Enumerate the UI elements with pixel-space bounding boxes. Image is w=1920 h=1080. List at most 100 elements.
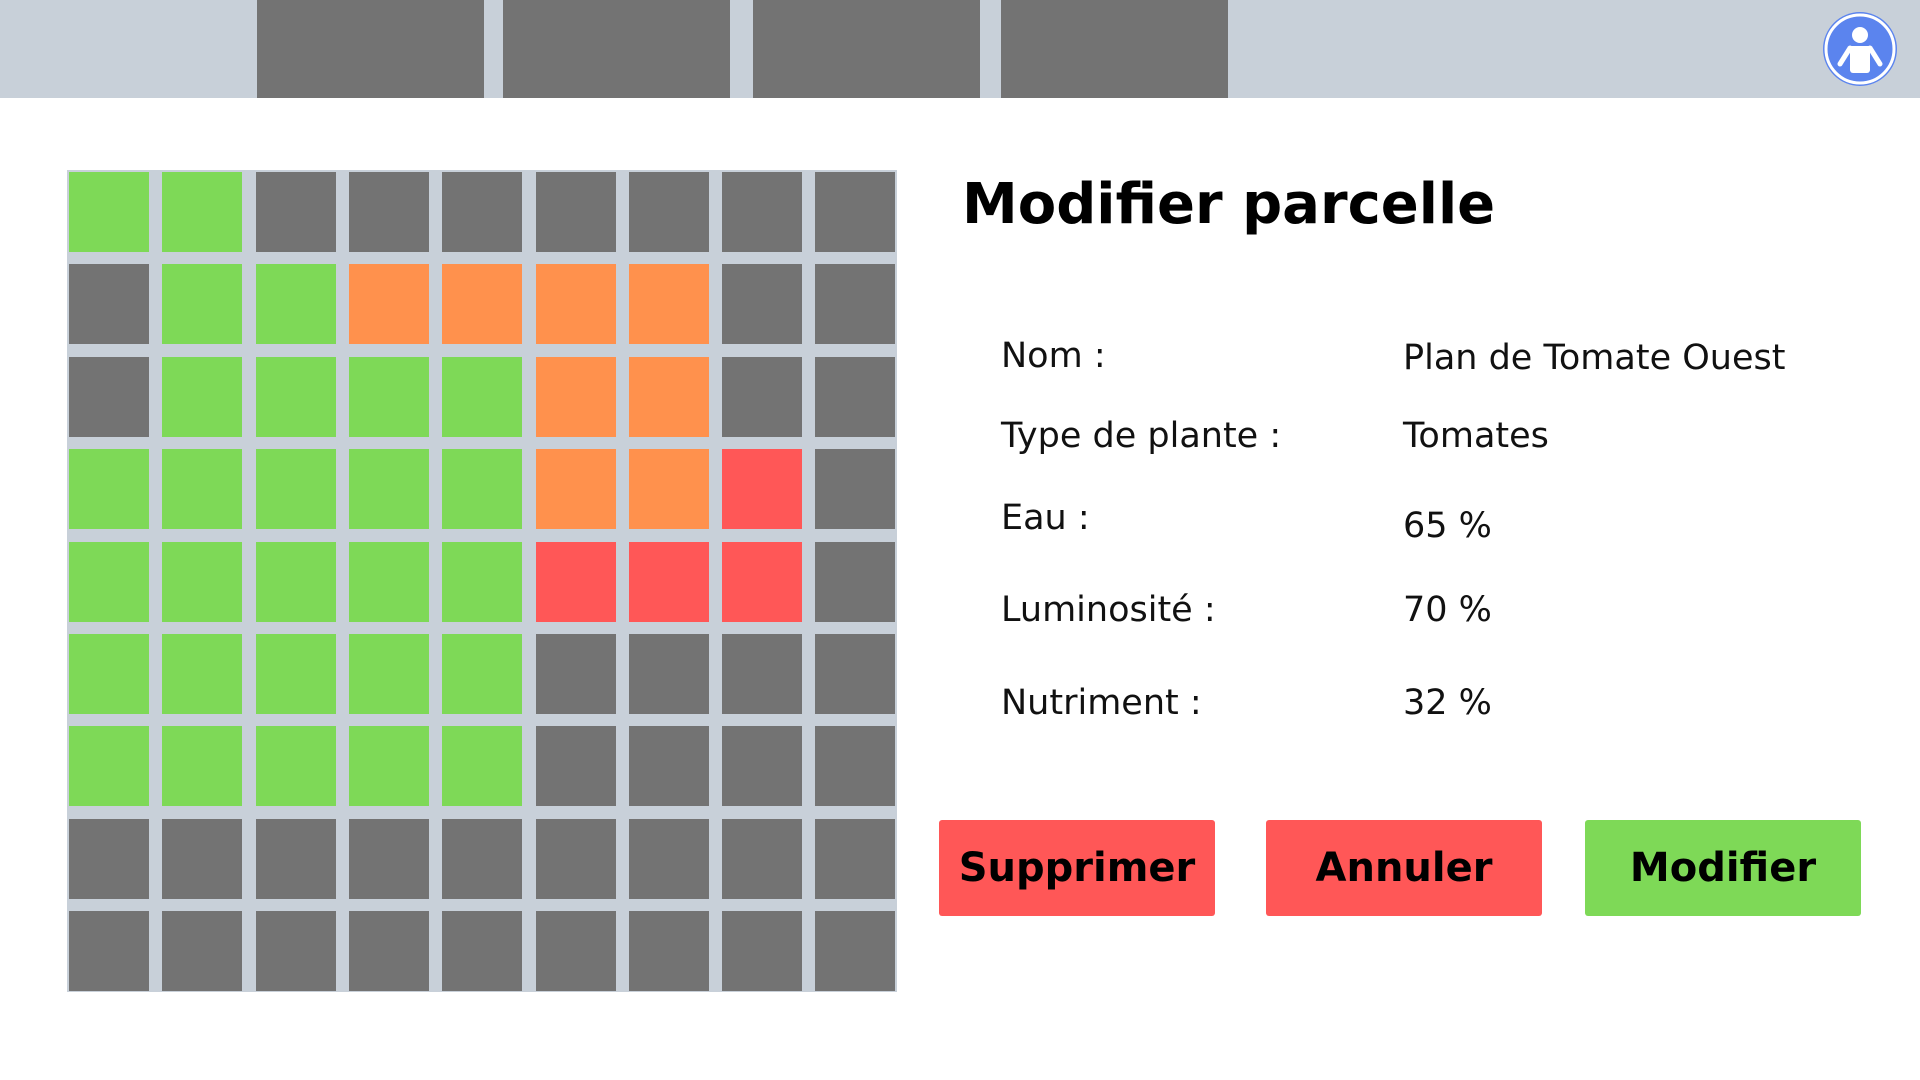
plot-cell-green[interactable] [162, 357, 242, 437]
plot-cell-gray[interactable] [536, 172, 616, 252]
plot-cell-gray[interactable] [815, 819, 895, 899]
plot-cell-orange[interactable] [629, 264, 709, 344]
plot-cell-orange[interactable] [536, 264, 616, 344]
plot-cell-gray[interactable] [442, 819, 522, 899]
plot-cell-red[interactable] [536, 542, 616, 622]
plot-cell-gray[interactable] [629, 172, 709, 252]
plot-cell-gray[interactable] [69, 264, 149, 344]
plot-cell-gray[interactable] [442, 172, 522, 252]
field-label-nutrient: Nutriment : [1001, 683, 1202, 723]
field-value-brightness[interactable]: 70 % [1403, 590, 1492, 630]
plot-cell-gray[interactable] [629, 726, 709, 806]
plot-cell-green[interactable] [349, 449, 429, 529]
plot-cell-gray[interactable] [349, 819, 429, 899]
delete-button[interactable]: Supprimer [939, 820, 1215, 916]
plot-cell-gray[interactable] [722, 172, 802, 252]
plot-cell-gray[interactable] [815, 264, 895, 344]
plot-cell-green[interactable] [349, 726, 429, 806]
plot-cell-gray[interactable] [815, 634, 895, 714]
plot-cell-green[interactable] [162, 449, 242, 529]
field-label-plant-type: Type de plante : [1001, 416, 1282, 456]
plot-cell-green[interactable] [442, 357, 522, 437]
plot-cell-green[interactable] [69, 726, 149, 806]
plot-cell-gray[interactable] [815, 542, 895, 622]
plot-cell-green[interactable] [256, 264, 336, 344]
plot-cell-gray[interactable] [629, 911, 709, 991]
field-label-brightness: Luminosité : [1001, 590, 1216, 630]
plot-cell-gray[interactable] [256, 172, 336, 252]
plot-cell-green[interactable] [256, 634, 336, 714]
plot-cell-gray[interactable] [722, 634, 802, 714]
plot-cell-gray[interactable] [722, 726, 802, 806]
modify-button[interactable]: Modifier [1585, 820, 1861, 916]
plot-cell-green[interactable] [162, 542, 242, 622]
plot-cell-green[interactable] [162, 634, 242, 714]
plot-cell-gray[interactable] [536, 819, 616, 899]
plot-cell-green[interactable] [442, 449, 522, 529]
plot-cell-orange[interactable] [536, 449, 616, 529]
plot-cell-gray[interactable] [69, 819, 149, 899]
plot-cell-orange[interactable] [629, 449, 709, 529]
field-value-nutrient[interactable]: 32 % [1403, 683, 1492, 723]
nav-tab-2[interactable] [503, 0, 730, 98]
plot-cell-green[interactable] [69, 542, 149, 622]
nav-tab-1[interactable] [257, 0, 484, 98]
plot-cell-green[interactable] [442, 542, 522, 622]
plot-cell-orange[interactable] [349, 264, 429, 344]
plot-cell-green[interactable] [162, 726, 242, 806]
plot-cell-gray[interactable] [722, 911, 802, 991]
user-avatar-button[interactable] [1823, 12, 1897, 86]
plot-cell-green[interactable] [256, 357, 336, 437]
plot-cell-gray[interactable] [815, 172, 895, 252]
plot-cell-gray[interactable] [349, 911, 429, 991]
plot-cell-gray[interactable] [815, 911, 895, 991]
plot-cell-green[interactable] [349, 542, 429, 622]
plot-cell-green[interactable] [349, 357, 429, 437]
plot-cell-gray[interactable] [629, 634, 709, 714]
plot-cell-gray[interactable] [69, 911, 149, 991]
plot-cell-gray[interactable] [536, 634, 616, 714]
plot-cell-gray[interactable] [815, 357, 895, 437]
nav-tab-4[interactable] [1001, 0, 1228, 98]
plot-cell-green[interactable] [256, 449, 336, 529]
nav-tab-3[interactable] [753, 0, 980, 98]
plot-cell-gray[interactable] [349, 172, 429, 252]
field-value-name[interactable]: Plan de Tomate Ouest [1403, 338, 1785, 378]
plot-cell-gray[interactable] [815, 449, 895, 529]
plot-cell-gray[interactable] [256, 911, 336, 991]
plot-cell-gray[interactable] [162, 819, 242, 899]
plot-cell-gray[interactable] [536, 911, 616, 991]
plot-cell-red[interactable] [722, 542, 802, 622]
plot-cell-orange[interactable] [442, 264, 522, 344]
plot-cell-gray[interactable] [629, 819, 709, 899]
field-label-water: Eau : [1001, 498, 1090, 538]
plot-cell-green[interactable] [256, 542, 336, 622]
plot-cell-green[interactable] [256, 726, 336, 806]
plot-cell-green[interactable] [162, 172, 242, 252]
plot-cell-gray[interactable] [815, 726, 895, 806]
plot-cell-gray[interactable] [722, 819, 802, 899]
page-title: Modifier parcelle [962, 172, 1496, 237]
plot-grid [67, 170, 897, 992]
field-value-plant-type[interactable]: Tomates [1403, 416, 1549, 456]
field-value-water[interactable]: 65 % [1403, 506, 1492, 546]
plot-cell-gray[interactable] [256, 819, 336, 899]
plot-cell-green[interactable] [69, 634, 149, 714]
plot-cell-green[interactable] [162, 264, 242, 344]
plot-cell-gray[interactable] [69, 357, 149, 437]
plot-cell-gray[interactable] [722, 357, 802, 437]
plot-cell-gray[interactable] [442, 911, 522, 991]
plot-cell-green[interactable] [442, 634, 522, 714]
plot-cell-orange[interactable] [536, 357, 616, 437]
plot-cell-red[interactable] [629, 542, 709, 622]
plot-cell-gray[interactable] [722, 264, 802, 344]
cancel-button[interactable]: Annuler [1266, 820, 1542, 916]
plot-cell-red[interactable] [722, 449, 802, 529]
plot-cell-gray[interactable] [162, 911, 242, 991]
plot-cell-green[interactable] [442, 726, 522, 806]
plot-cell-green[interactable] [349, 634, 429, 714]
plot-cell-green[interactable] [69, 449, 149, 529]
plot-cell-gray[interactable] [536, 726, 616, 806]
plot-cell-orange[interactable] [629, 357, 709, 437]
plot-cell-green[interactable] [69, 172, 149, 252]
